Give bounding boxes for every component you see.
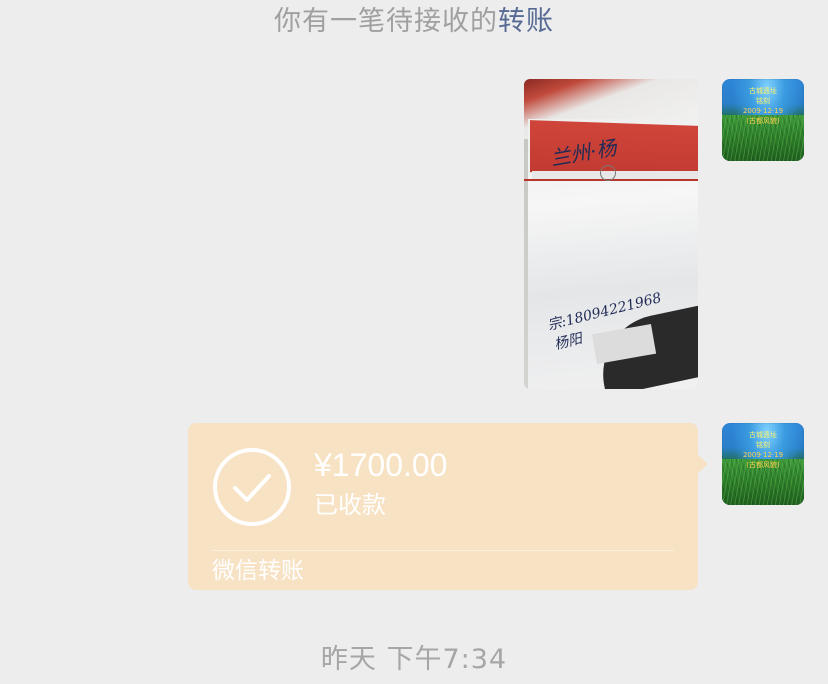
sender-avatar[interactable]: 古城遗址 铭刻 2009·12·19 (古都风貌) [722,79,804,161]
check-circle-icon [213,448,291,526]
notice-text: 你有一笔待接收的 [274,6,498,37]
avatar-text-line3: 2009·12·19 [742,451,784,459]
transfer-amount: ¥1700.00 [314,447,448,483]
bubble-arrow [698,455,708,473]
sender-avatar-2[interactable]: 古城遗址 铭刻 2009·12·19 (古都风貌) [722,423,804,505]
avatar-text-line1: 古城遗址 [749,431,777,439]
photo-logo [600,165,616,181]
transfer-pending-notice: 你有一笔待接收的转账 [0,2,828,42]
transfer-status: 已收款 [314,491,386,519]
avatar-text-line4: (古都风貌) [746,117,780,125]
avatar-text-line2: 铭刻 [756,441,770,449]
chat-page: 你有一笔待接收的转账 兰州·杨 宗:18094221968 杨阳 古城遗址 铭刻… [0,0,828,684]
transfer-message[interactable]: ¥1700.00 已收款 微信转账 [188,423,708,590]
transfer-footer-label: 微信转账 [212,558,304,584]
transfer-divider [212,550,674,551]
message-timestamp: 昨天 下午7:34 [320,644,508,675]
avatar-text-line3: 2009·12·19 [742,107,784,115]
avatar-text-line1: 古城遗址 [749,87,777,95]
avatar-text-line4: (古都风貌) [746,461,780,469]
photo-message[interactable]: 兰州·杨 宗:18094221968 杨阳 [524,79,698,389]
avatar-text-line2: 铭刻 [756,97,770,105]
transfer-link[interactable]: 转账 [498,6,554,37]
